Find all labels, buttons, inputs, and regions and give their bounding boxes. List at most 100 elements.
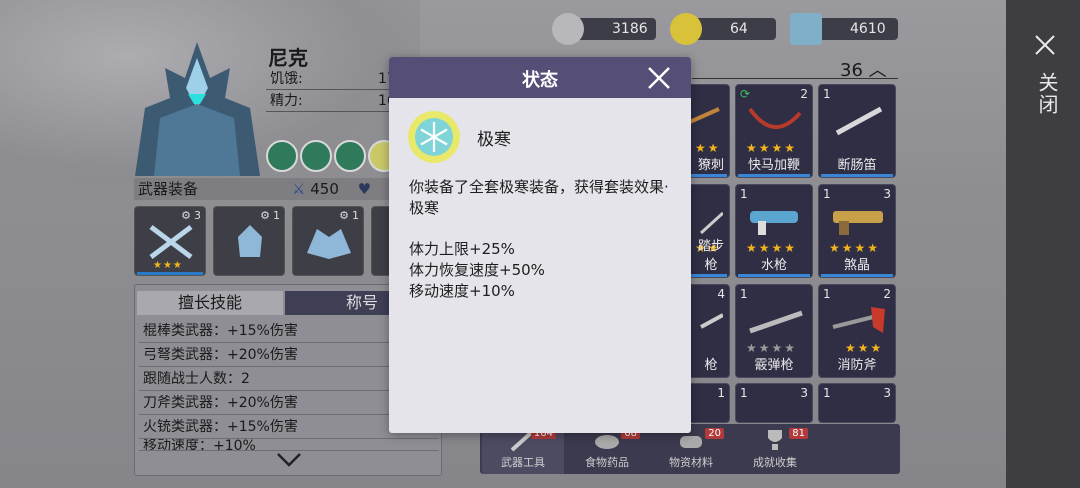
item-qty: 1 [740, 287, 748, 301]
item-card[interactable]: 1 2 ★★★ 消防斧 [818, 284, 896, 378]
item-stars: ★★★★ [746, 341, 798, 355]
stomach-icon[interactable] [266, 140, 298, 172]
item-level: 3 [883, 386, 891, 400]
effect-bonus: 体力上限+25% [409, 240, 515, 258]
item-stars: ★★ [695, 141, 721, 155]
item-durability [821, 274, 893, 277]
shotgun-icon [749, 310, 803, 334]
item-qty: 1 [740, 187, 748, 201]
gold-coin-icon [670, 13, 702, 45]
blaster-icon [833, 211, 883, 235]
item-level: 4 [717, 287, 725, 301]
snowflake-icon [408, 111, 460, 163]
item-card[interactable]: 1 ★★★★ 霰弹枪 [735, 284, 813, 378]
item-name: 断肠笛 [837, 158, 877, 173]
whip-icon [748, 107, 802, 130]
stat-label: 精力: [270, 93, 303, 109]
stat-energy: 精力: 16 [266, 90, 396, 112]
item-stars: ★★★★ [746, 241, 798, 255]
badge: 20 [705, 428, 724, 439]
currency-value: 3186 [612, 21, 648, 37]
close-icon[interactable] [1034, 34, 1056, 56]
item-name: 水枪 [760, 258, 787, 273]
ice-helmet-icon [238, 225, 262, 257]
item-qty: 1 [823, 87, 831, 101]
item-name: 快马加鞭 [747, 158, 800, 173]
equip-level: 1 [352, 209, 359, 222]
stat-label: 饥饿: [270, 71, 303, 87]
modal-header: 状态 [389, 57, 691, 98]
power-value: 450 [310, 180, 339, 198]
item-name: 消防斧 [837, 358, 877, 373]
item-card[interactable]: ⟳ 2 ★★★★ 快马加鞭 [735, 84, 813, 178]
item-stars: ★★★ [845, 341, 884, 355]
item-qty: 1 [823, 386, 831, 400]
bandage-icon[interactable] [334, 140, 366, 172]
item-qty: 1 [740, 386, 748, 400]
tab-label: 成就收集 [753, 456, 797, 469]
water-gun-icon [750, 211, 798, 235]
flute-icon [835, 106, 883, 136]
item-name: 枪 [704, 358, 718, 373]
effect-bonus: 体力恢复速度+50% [409, 261, 545, 279]
item-durability [821, 174, 893, 177]
item-card[interactable]: 1 3 [818, 383, 896, 423]
trophy-icon [768, 430, 782, 450]
item-level: 3 [800, 386, 808, 400]
item-level: 3 [883, 187, 891, 201]
item-stars: ★★★★ [746, 141, 798, 155]
badge: 81 [789, 428, 808, 439]
heart-icon: ♥ [357, 180, 372, 198]
meditation-icon[interactable] [300, 140, 332, 172]
status-modal: 状态 极寒 你装备了全套极寒装备，获得套装效果·极寒 体力上限+25% 体力恢复… [389, 57, 691, 433]
crossed-bats-icon [149, 225, 193, 259]
refresh-icon: ⟳ [740, 87, 751, 101]
hero-portrait [135, 42, 260, 176]
gear-icon: ⚙ [181, 209, 191, 222]
sword-icon: ⚔ [292, 180, 306, 198]
equip-level: 1 [273, 209, 280, 222]
effect-description: 你装备了全套极寒装备，获得套装效果·极寒 [409, 178, 669, 217]
tickets-icon [790, 13, 822, 45]
item-name: 霰弹枪 [754, 358, 794, 373]
item-level: 1 [717, 386, 725, 400]
close-label[interactable]: 关闭 [1032, 72, 1059, 116]
effect-name: 极寒 [477, 130, 511, 150]
item-name: 踏步枪 [697, 239, 724, 273]
equip-slot-weapon[interactable]: ⚙ 3 ★★★ [134, 206, 206, 276]
gear-icon: ⚙ [260, 209, 270, 222]
divider [692, 78, 898, 79]
close-icon[interactable] [647, 66, 671, 90]
item-card[interactable]: 1 3 ★★★★ 煞晶 [818, 184, 896, 278]
item-card[interactable]: 1 3 [735, 383, 813, 423]
equip-slot-head[interactable]: ⚙ 1 [213, 206, 285, 276]
effect-bonus: 移动速度+10% [409, 282, 515, 300]
item-card[interactable]: 1 ★★★★ 水枪 [735, 184, 813, 278]
fire-axe-icon [832, 307, 885, 333]
character-name: 尼克 [268, 46, 308, 70]
stat-hunger: 饥饿: 17 [266, 68, 396, 90]
currency-value: 64 [730, 21, 748, 37]
tab-achievements[interactable]: 81 成就收集 [734, 424, 816, 474]
gear-icon: ⚙ [339, 209, 349, 222]
item-level: 2 [800, 87, 808, 101]
item-level: 2 [883, 287, 891, 301]
chevron-down-icon[interactable] [276, 452, 302, 468]
skill-row: 移动速度：+10% [139, 439, 439, 451]
equip-durability [137, 272, 203, 275]
tab-label: 食物药品 [585, 456, 629, 469]
item-card[interactable]: 1 断肠笛 [818, 84, 896, 178]
tab-label: 武器工具 [501, 456, 545, 469]
item-name: 煞晶 [843, 258, 870, 273]
equip-slot-armor[interactable]: ⚙ 1 [292, 206, 364, 276]
item-qty: 1 [823, 287, 831, 301]
modal-title: 状态 [522, 70, 558, 91]
tab-skills[interactable]: 擅长技能 [137, 291, 283, 315]
item-qty: 1 [823, 187, 831, 201]
silver-coins-icon [552, 13, 584, 45]
item-stars: ★★★★ [829, 241, 881, 255]
weapon-power: ⚔ 450 ♥ [292, 178, 371, 200]
currency-value: 4610 [850, 21, 886, 37]
equip-level: 3 [194, 209, 201, 222]
item-durability [738, 274, 810, 277]
